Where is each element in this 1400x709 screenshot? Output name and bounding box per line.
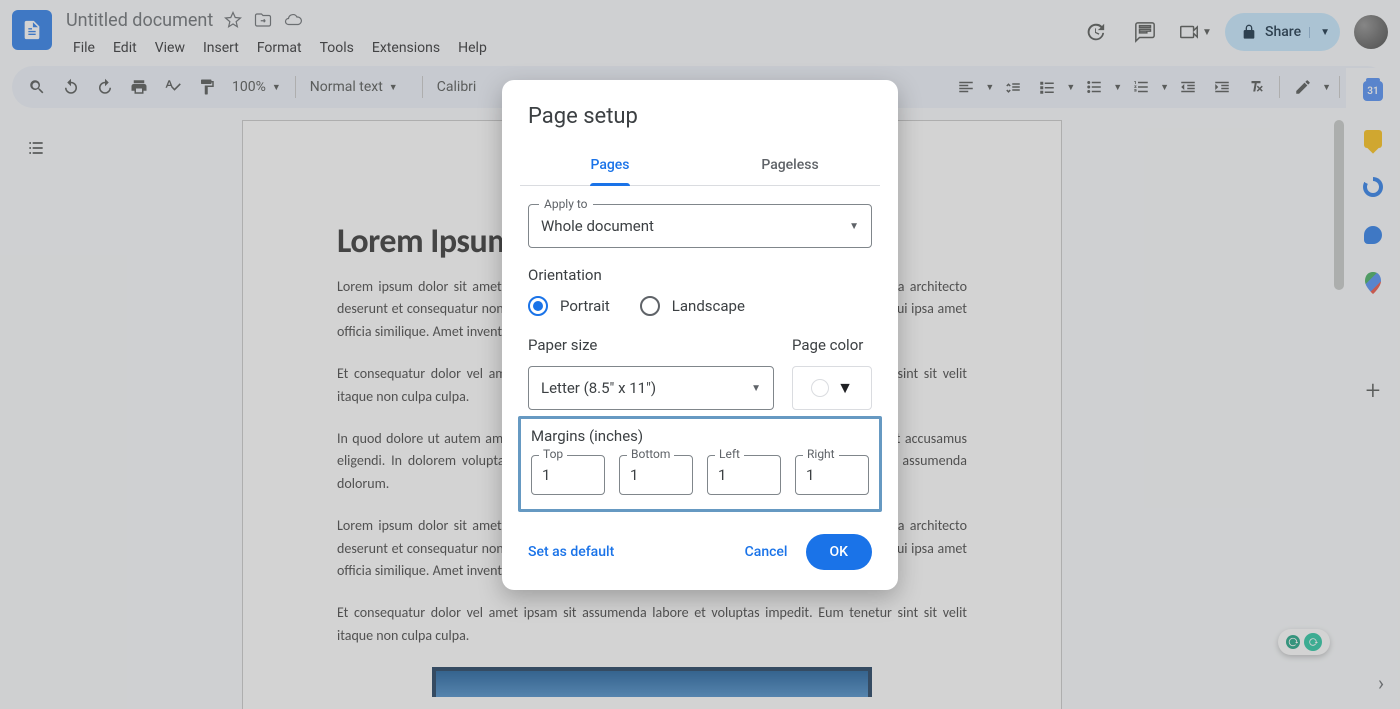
margin-top-input[interactable] — [531, 455, 605, 495]
margins-label: Margins (inches) — [531, 427, 869, 445]
margin-right-label: Right — [803, 447, 839, 461]
radio-icon — [528, 296, 548, 316]
margin-left-field: Left — [707, 455, 781, 495]
page-color-select[interactable]: ▼ — [792, 366, 872, 410]
dialog-title: Page setup — [502, 104, 898, 139]
margin-right-field: Right — [795, 455, 869, 495]
cancel-button[interactable]: Cancel — [745, 544, 788, 560]
orientation-portrait-radio[interactable]: Portrait — [528, 296, 610, 316]
margin-bottom-label: Bottom — [627, 447, 674, 461]
page-setup-dialog: Page setup Pages Pageless Apply to Whole… — [502, 80, 898, 590]
orientation-label: Orientation — [528, 266, 872, 284]
tab-pages[interactable]: Pages — [520, 147, 700, 185]
dialog-tabs: Pages Pageless — [520, 147, 880, 186]
modal-overlay: Page setup Pages Pageless Apply to Whole… — [0, 0, 1400, 709]
apply-to-select[interactable]: Apply to Whole document ▼ — [528, 204, 872, 248]
orientation-landscape-label: Landscape — [672, 297, 745, 315]
paper-size-value: Letter (8.5" x 11") — [541, 379, 656, 397]
margin-top-label: Top — [539, 447, 567, 461]
margin-bottom-field: Bottom — [619, 455, 693, 495]
orientation-portrait-label: Portrait — [560, 297, 610, 315]
ok-button[interactable]: OK — [806, 534, 873, 570]
margin-left-label: Left — [715, 447, 744, 461]
apply-to-value: Whole document — [541, 217, 654, 235]
margin-bottom-input[interactable] — [619, 455, 693, 495]
chevron-down-icon: ▼ — [849, 221, 859, 232]
paper-size-select[interactable]: Letter (8.5" x 11") ▼ — [528, 366, 774, 410]
paper-size-label: Paper size — [528, 336, 774, 354]
chevron-down-icon: ▼ — [751, 383, 761, 394]
margin-left-input[interactable] — [707, 455, 781, 495]
margin-top-field: Top — [531, 455, 605, 495]
set-as-default-button[interactable]: Set as default — [528, 544, 614, 560]
apply-to-label: Apply to — [539, 197, 593, 211]
margin-right-input[interactable] — [795, 455, 869, 495]
tab-pageless[interactable]: Pageless — [700, 147, 880, 185]
radio-icon — [640, 296, 660, 316]
color-swatch — [811, 379, 829, 397]
page-color-label: Page color — [792, 336, 872, 354]
chevron-down-icon: ▼ — [837, 378, 853, 398]
orientation-landscape-radio[interactable]: Landscape — [640, 296, 745, 316]
margins-section-highlight: Margins (inches) Top Bottom Left — [518, 416, 882, 512]
